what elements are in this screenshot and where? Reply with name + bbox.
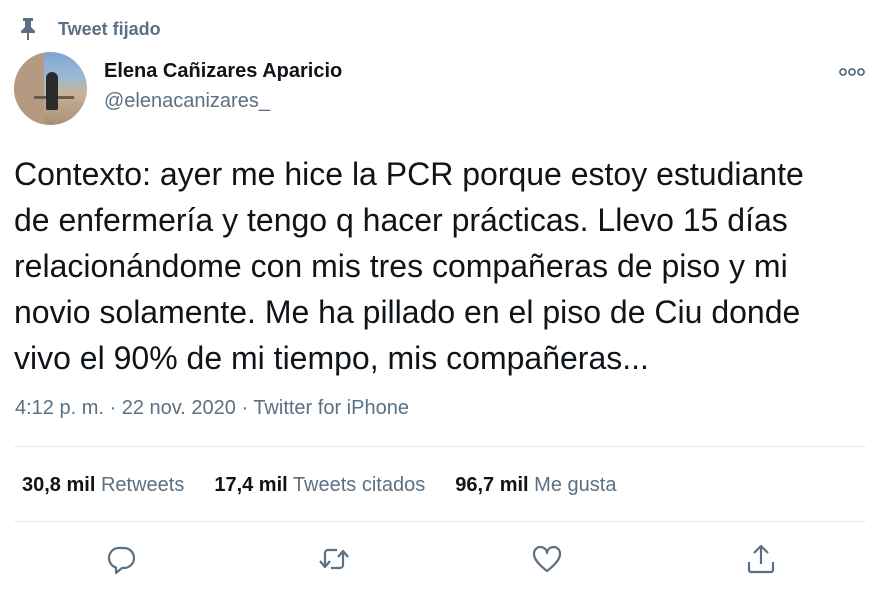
like-icon[interactable]	[530, 542, 564, 576]
share-icon[interactable]	[744, 542, 778, 576]
more-icon[interactable]	[839, 64, 865, 80]
likes-stat[interactable]: 96,7 mil Me gusta	[455, 474, 616, 497]
tweet-date[interactable]: 22 nov. 2020	[122, 397, 236, 419]
tweet-actions	[0, 542, 891, 578]
divider	[14, 521, 866, 522]
pin-icon	[18, 17, 38, 41]
pinned-indicator: Tweet fijado	[18, 14, 161, 44]
likes-label: Me gusta	[534, 474, 617, 496]
retweets-stat[interactable]: 30,8 mil Retweets	[22, 474, 184, 497]
retweets-count: 30,8 mil	[22, 474, 96, 496]
quotes-count: 17,4 mil	[214, 474, 288, 496]
quotes-label: Tweets citados	[292, 474, 426, 496]
pinned-label: Tweet fijado	[58, 18, 161, 39]
reply-icon[interactable]	[104, 542, 138, 576]
tweet-text: Contexto: ayer me hice la PCR porque est…	[14, 156, 804, 376]
tweet-card: Tweet fijado Elena Cañizares Aparicio @e…	[0, 0, 891, 603]
tweet-stats: 30,8 mil Retweets 17,4 mil Tweets citado…	[22, 474, 646, 497]
avatar[interactable]	[14, 52, 87, 125]
tweet-meta: 4:12 p. m. · 22 nov. 2020 · Twitter for …	[15, 397, 409, 420]
meta-separator: ·	[235, 397, 254, 419]
likes-count: 96,7 mil	[455, 474, 529, 496]
quotes-stat[interactable]: 17,4 mil Tweets citados	[214, 474, 425, 497]
author-name[interactable]: Elena Cañizares Aparicio	[104, 60, 342, 83]
retweet-icon[interactable]	[317, 542, 351, 576]
divider	[14, 446, 866, 447]
author-handle[interactable]: @elenacanizares_	[104, 90, 270, 113]
meta-separator: ·	[103, 397, 122, 419]
tweet-time[interactable]: 4:12 p. m.	[15, 397, 104, 419]
retweets-label: Retweets	[100, 474, 185, 496]
tweet-source[interactable]: Twitter for iPhone	[253, 397, 409, 419]
